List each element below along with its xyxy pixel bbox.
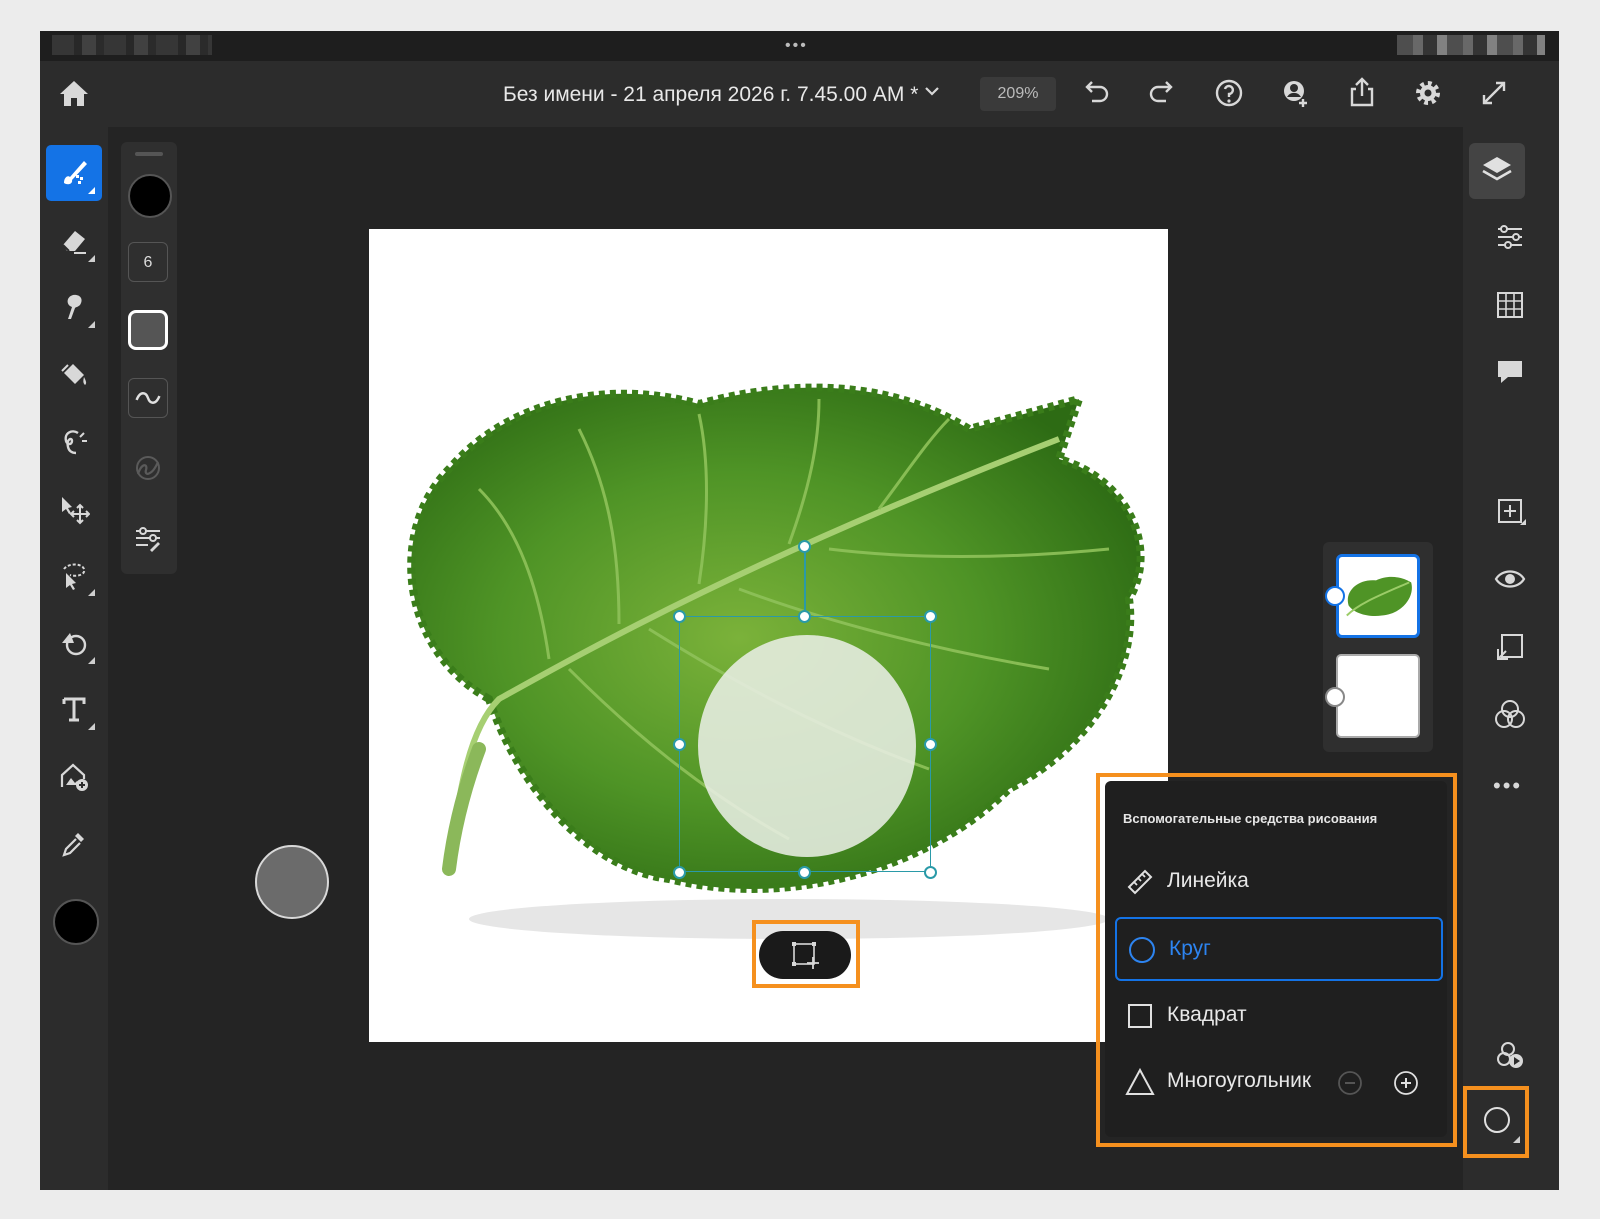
- brush-tool[interactable]: [46, 145, 102, 201]
- wave-icon: [135, 392, 161, 404]
- add-layer-icon[interactable]: [1488, 489, 1532, 533]
- smoothing-button[interactable]: [128, 378, 168, 418]
- home-icon[interactable]: [56, 75, 92, 111]
- circle-guide-bounding-box[interactable]: [679, 616, 931, 872]
- pressure-icon[interactable]: [132, 452, 164, 484]
- share-icon[interactable]: [1344, 75, 1380, 111]
- shape-fill-tool[interactable]: [46, 615, 102, 671]
- status-bar-redacted-left: [52, 35, 212, 55]
- resize-handle-bottom[interactable]: [798, 866, 811, 879]
- more-options-icon[interactable]: •••: [1493, 773, 1522, 799]
- callout-highlight-shape-button: [1463, 1086, 1529, 1158]
- smudge-icon: [67, 294, 82, 319]
- status-bar-redacted-right: [1397, 35, 1545, 55]
- mask-icon[interactable]: [1488, 625, 1532, 669]
- brush-settings-icon[interactable]: [132, 522, 164, 554]
- place-image-tool[interactable]: [46, 749, 102, 805]
- layers-icon[interactable]: [1469, 143, 1525, 199]
- panel-drag-handle[interactable]: [135, 152, 163, 156]
- callout-highlight-drawing-aids: [1096, 773, 1457, 1147]
- eraser-icon: [62, 231, 86, 254]
- eyedropper-tool[interactable]: [46, 815, 102, 871]
- status-bar: •••: [40, 31, 1559, 61]
- redo-icon[interactable]: [1144, 75, 1180, 111]
- move-icon: [62, 497, 90, 525]
- undo-icon[interactable]: [1078, 75, 1114, 111]
- eyedropper-icon: [62, 833, 84, 857]
- brush-size-field[interactable]: 6: [128, 242, 168, 282]
- brush-tip-preview[interactable]: [128, 310, 168, 350]
- grid-icon[interactable]: [1488, 283, 1532, 327]
- document-title[interactable]: Без имени - 21 апреля 2026 г. 7.45.00 AM…: [503, 83, 918, 107]
- layer-thumbnail-background[interactable]: [1336, 654, 1420, 738]
- paint-bucket-icon: [61, 364, 87, 385]
- help-icon[interactable]: [1211, 75, 1247, 111]
- comments-icon[interactable]: [1488, 349, 1532, 393]
- eraser-tool[interactable]: [46, 213, 102, 269]
- resize-handle-top[interactable]: [798, 610, 811, 623]
- callout-highlight-transform: [752, 920, 860, 988]
- brush-color-swatch[interactable]: [128, 174, 172, 218]
- resize-handle-top-right[interactable]: [924, 610, 937, 623]
- selection-icon: [63, 563, 86, 590]
- resize-handle-top-left[interactable]: [673, 610, 686, 623]
- paint-bucket-tool[interactable]: [46, 347, 102, 403]
- layer-effects-icon[interactable]: [1488, 1033, 1532, 1077]
- leaf-thumbnail-image: [1346, 576, 1412, 617]
- visibility-eye-icon[interactable]: [1488, 557, 1532, 601]
- selection-tool[interactable]: [46, 547, 102, 603]
- resize-handle-bottom-left[interactable]: [673, 866, 686, 879]
- tool-bar: [40, 127, 108, 1190]
- smudge-tool[interactable]: [46, 279, 102, 335]
- layer-thumbnail-leaf[interactable]: [1336, 554, 1420, 638]
- lasso-tool[interactable]: [46, 413, 102, 469]
- resize-handle-left[interactable]: [673, 738, 686, 751]
- image-layer-badge-icon: [1325, 687, 1345, 707]
- foreground-color-swatch[interactable]: [53, 899, 99, 945]
- place-image-icon: [60, 763, 88, 791]
- photoshop-ipad-window: ••• Без имени - 21 апреля 2026 г. 7.45.0…: [40, 31, 1559, 1190]
- resize-handle-right[interactable]: [924, 738, 937, 751]
- multitasking-dots[interactable]: •••: [785, 37, 808, 55]
- chevron-down-icon[interactable]: [922, 79, 942, 103]
- text-icon: [62, 697, 86, 722]
- fullscreen-icon[interactable]: [1476, 75, 1512, 111]
- image-layer-badge-icon: [1325, 586, 1345, 606]
- lasso-icon: [64, 430, 87, 455]
- shape-fill-icon: [62, 633, 87, 656]
- rotation-handle-line: [804, 546, 806, 616]
- resize-handle-bottom-right[interactable]: [924, 866, 937, 879]
- top-bar: Без имени - 21 апреля 2026 г. 7.45.00 AM…: [40, 61, 1559, 127]
- move-tool[interactable]: [46, 481, 102, 537]
- layer-thumbnails: [1323, 542, 1433, 752]
- adjustments-icon[interactable]: [1488, 215, 1532, 259]
- brush-settings-panel: 6: [121, 142, 177, 574]
- right-rail: •••: [1463, 127, 1559, 1190]
- rotate-handle[interactable]: [798, 540, 811, 553]
- settings-icon[interactable]: [1410, 75, 1446, 111]
- invite-icon[interactable]: [1278, 75, 1314, 111]
- floating-modifier-button[interactable]: [255, 845, 329, 919]
- blend-modes-icon[interactable]: [1488, 693, 1532, 737]
- brush-icon: [64, 161, 87, 185]
- text-tool[interactable]: [46, 681, 102, 737]
- zoom-level[interactable]: 209%: [980, 77, 1056, 111]
